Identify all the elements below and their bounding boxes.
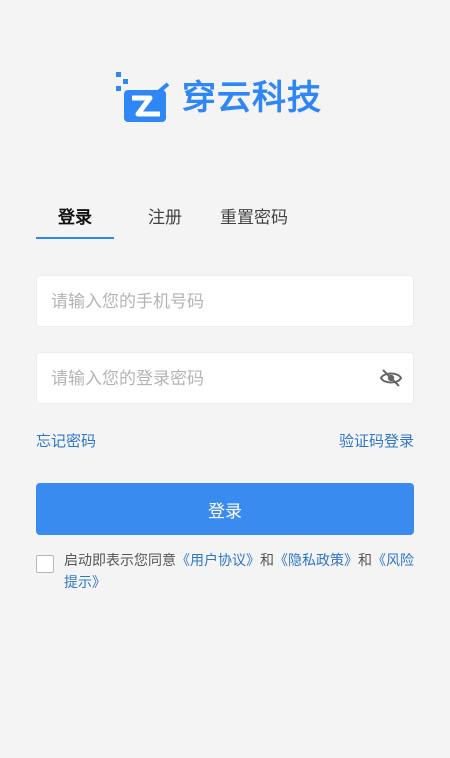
forgot-password-link[interactable]: 忘记密码 (36, 430, 96, 451)
agreement-and-1: 和 (260, 553, 274, 569)
login-button[interactable]: 登录 (36, 483, 414, 535)
eye-off-icon[interactable] (379, 367, 403, 389)
privacy-policy-link[interactable]: 《隐私政策》 (274, 553, 358, 569)
password-field (36, 352, 414, 405)
brand-logo: 穿云科技 (116, 72, 322, 124)
agreement-and-2: 和 (358, 553, 372, 569)
active-tab-indicator (36, 237, 114, 239)
tab-login[interactable]: 登录 (58, 204, 92, 232)
brand-name: 穿云科技 (182, 78, 322, 118)
phone-field (36, 275, 414, 328)
user-agreement-link[interactable]: 《用户协议》 (176, 553, 260, 569)
agreement-checkbox[interactable] (36, 555, 54, 573)
sms-login-link[interactable]: 验证码登录 (339, 430, 414, 451)
password-input[interactable] (49, 353, 373, 405)
tab-reset-password[interactable]: 重置密码 (220, 204, 288, 232)
tab-register[interactable]: 注册 (148, 204, 182, 232)
agreement-prefix: 启动即表示您同意 (64, 553, 176, 569)
cy-logo-icon (116, 72, 170, 122)
phone-input[interactable] (49, 276, 373, 328)
agreement-text: 启动即表示您同意《用户协议》和《隐私政策》和《风险提示》 (64, 550, 414, 594)
auth-tabs: 登录 注册 重置密码 (36, 204, 414, 240)
